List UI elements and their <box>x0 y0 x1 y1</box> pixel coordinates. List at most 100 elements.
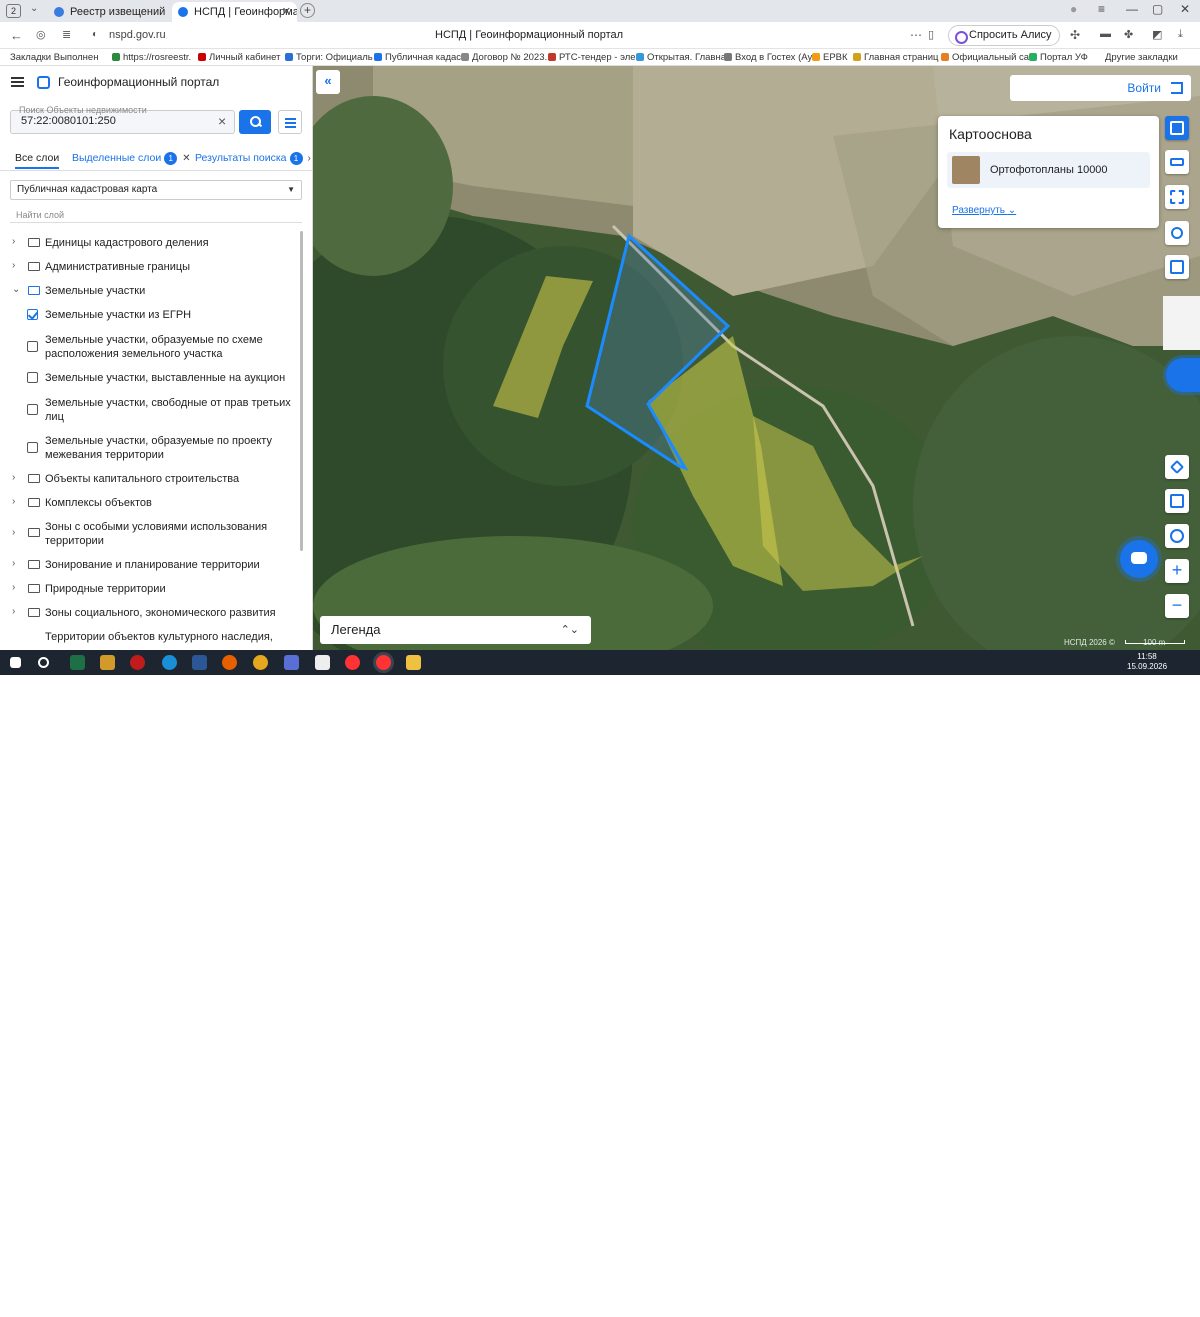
menu-icon[interactable]: ≡ <box>1098 2 1105 16</box>
chevron-right-icon[interactable]: › <box>12 558 15 569</box>
more-icon[interactable]: ⋯ <box>910 28 922 42</box>
geolocation-button[interactable] <box>1165 524 1189 548</box>
bookmark-list-icon[interactable]: ≣ <box>62 28 71 41</box>
tab-selected-layers[interactable]: Выделенные слои 1 ✕ <box>72 152 191 165</box>
edge-icon[interactable] <box>162 655 177 670</box>
checkbox[interactable] <box>27 372 38 383</box>
ruler-tool-button[interactable] <box>1165 150 1189 174</box>
chevron-right-icon[interactable]: › <box>12 606 15 617</box>
new-tab-button[interactable]: + <box>300 3 315 18</box>
locate-button[interactable] <box>1165 455 1189 479</box>
search-value[interactable]: 57:22:0080101:250 <box>21 115 116 127</box>
bookmark-item[interactable]: Торги: Официаль <box>285 49 373 65</box>
chevron-down-icon[interactable]: ⌄ <box>30 3 38 14</box>
collapse-panel-button[interactable]: « <box>316 70 340 94</box>
word-icon[interactable] <box>192 655 207 670</box>
zoom-in-button[interactable]: + <box>1165 559 1189 583</box>
chevron-right-icon[interactable]: › <box>12 582 15 593</box>
puzzle-icon[interactable]: ✤ <box>1124 28 1133 41</box>
chevron-right-icon[interactable]: › <box>12 236 15 247</box>
clock[interactable]: 11:58 15.09.2026 <box>1127 652 1167 672</box>
shield-icon[interactable]: ◎ <box>36 28 46 41</box>
share-icon[interactable]: ◩ <box>1152 28 1162 41</box>
profile-icon[interactable]: ● <box>1070 2 1077 16</box>
chevron-right-icon[interactable]: › <box>12 527 15 538</box>
bookmark-item[interactable]: Портал УФ <box>1029 49 1088 65</box>
chevron-right-icon[interactable]: › <box>12 496 15 507</box>
checkbox-checked[interactable] <box>27 309 38 320</box>
close-icon[interactable]: ✕ <box>182 153 190 164</box>
extension-icon[interactable]: ✣ <box>1070 28 1080 42</box>
chat-icon[interactable] <box>1120 540 1158 578</box>
tab-search-results[interactable]: Результаты поиска 1 › <box>195 152 311 165</box>
tab-count-badge[interactable]: 2 <box>6 4 21 18</box>
bookmark-icon[interactable]: ▯ <box>928 28 934 41</box>
checkbox[interactable] <box>27 341 38 352</box>
url-text[interactable]: nspd.gov.ru <box>109 29 166 41</box>
chrome-icon[interactable] <box>253 655 268 670</box>
download-arrow-icon[interactable]: ⤓ <box>1178 28 1183 41</box>
save-icon[interactable] <box>284 655 299 670</box>
bookmark-item[interactable]: Личный кабинет <box>198 49 280 65</box>
bookmark-item[interactable]: Официальный са <box>941 49 1029 65</box>
zoom-out-button[interactable]: − <box>1165 594 1189 618</box>
bookmark-item[interactable]: Публичная кадас <box>374 49 461 65</box>
maximize-icon[interactable]: ▢ <box>1152 2 1163 16</box>
app-icon[interactable] <box>100 655 115 670</box>
ask-alisa-button[interactable]: Спросить Алису AI <box>948 25 1060 60</box>
login-button[interactable]: Войти <box>1010 75 1191 101</box>
yandex-browser-icon[interactable] <box>376 655 391 670</box>
language-indicator[interactable]: РУС <box>1106 1308 1122 1317</box>
minimap-button[interactable] <box>1165 489 1189 513</box>
clear-icon[interactable]: × <box>218 113 226 129</box>
legend-dropdown[interactable]: Легенда ⌃⌄ <box>320 616 591 644</box>
chevron-right-icon[interactable]: › <box>12 260 15 271</box>
basemap-item[interactable]: Ортофотопланы 10000 <box>947 152 1150 188</box>
minimize-icon[interactable]: — <box>1126 2 1138 16</box>
bookmark-item[interactable]: Открытая. Главна <box>636 49 726 65</box>
bookmark-item[interactable]: Закладки Выполнен <box>10 49 98 65</box>
mail-icon[interactable] <box>315 655 330 670</box>
map-type-select[interactable]: Публичная кадастровая карта ▼ <box>10 180 302 200</box>
select-area-button[interactable] <box>1165 185 1189 209</box>
bookmark-item[interactable]: Главная страниц <box>853 49 938 65</box>
close-window-icon[interactable]: ✕ <box>1180 2 1190 16</box>
scrollbar[interactable] <box>300 231 303 551</box>
search-icon[interactable] <box>38 657 49 668</box>
browser-tab-registry[interactable]: Реестр извещений <box>48 2 170 22</box>
windows-start-icon[interactable] <box>10 657 21 668</box>
bookmark-item[interactable]: https://rosreestr. <box>112 49 191 65</box>
checkbox[interactable] <box>27 442 38 453</box>
chevron-down-icon[interactable]: ⌄ <box>12 284 20 295</box>
chevron-right-icon[interactable]: › <box>12 472 15 483</box>
opera-icon[interactable] <box>130 655 145 670</box>
expand-link[interactable]: Развернуть ⌄ <box>952 205 1016 216</box>
back-icon[interactable]: ← <box>10 28 23 43</box>
checkbox[interactable] <box>27 404 38 415</box>
bookmark-item[interactable]: ЕРВК <box>812 49 848 65</box>
excel-icon[interactable] <box>70 655 85 670</box>
search-button[interactable] <box>239 110 271 134</box>
lock-icon[interactable]: ◐ <box>92 29 98 40</box>
other-bookmarks[interactable]: Другие закладки <box>1105 49 1178 65</box>
clock-date: 15.09.2026 <box>1127 662 1168 671</box>
filter-button[interactable] <box>278 110 302 134</box>
download-icon[interactable]: ▬ <box>1100 28 1111 40</box>
print-button[interactable] <box>1165 255 1189 279</box>
browser-tab-nspd[interactable]: НСПД | Геоинформацио ✕ <box>172 2 297 22</box>
chevron-right-icon[interactable]: › <box>308 153 311 164</box>
bookmark-item[interactable]: РТС-тендер - эле <box>548 49 636 65</box>
find-layer-input[interactable]: Найти слой <box>16 210 64 220</box>
close-tab-icon[interactable]: ✕ <box>282 2 291 22</box>
bookmark-item[interactable]: Вход в Гостех (Ау <box>724 49 812 65</box>
firefox-icon[interactable] <box>222 655 237 670</box>
menu-icon[interactable] <box>11 77 24 87</box>
share-button[interactable] <box>1165 221 1189 245</box>
yandex-icon[interactable] <box>345 655 360 670</box>
bookmark-item[interactable]: Договор № 2023.. <box>461 49 550 65</box>
minimap-icon <box>1170 494 1184 508</box>
tab-all-layers[interactable]: Все слои <box>15 152 60 169</box>
layers-tool-button[interactable] <box>1165 116 1189 140</box>
gosuslugi-widget-button[interactable] <box>1166 358 1200 392</box>
explorer-icon[interactable] <box>406 655 421 670</box>
